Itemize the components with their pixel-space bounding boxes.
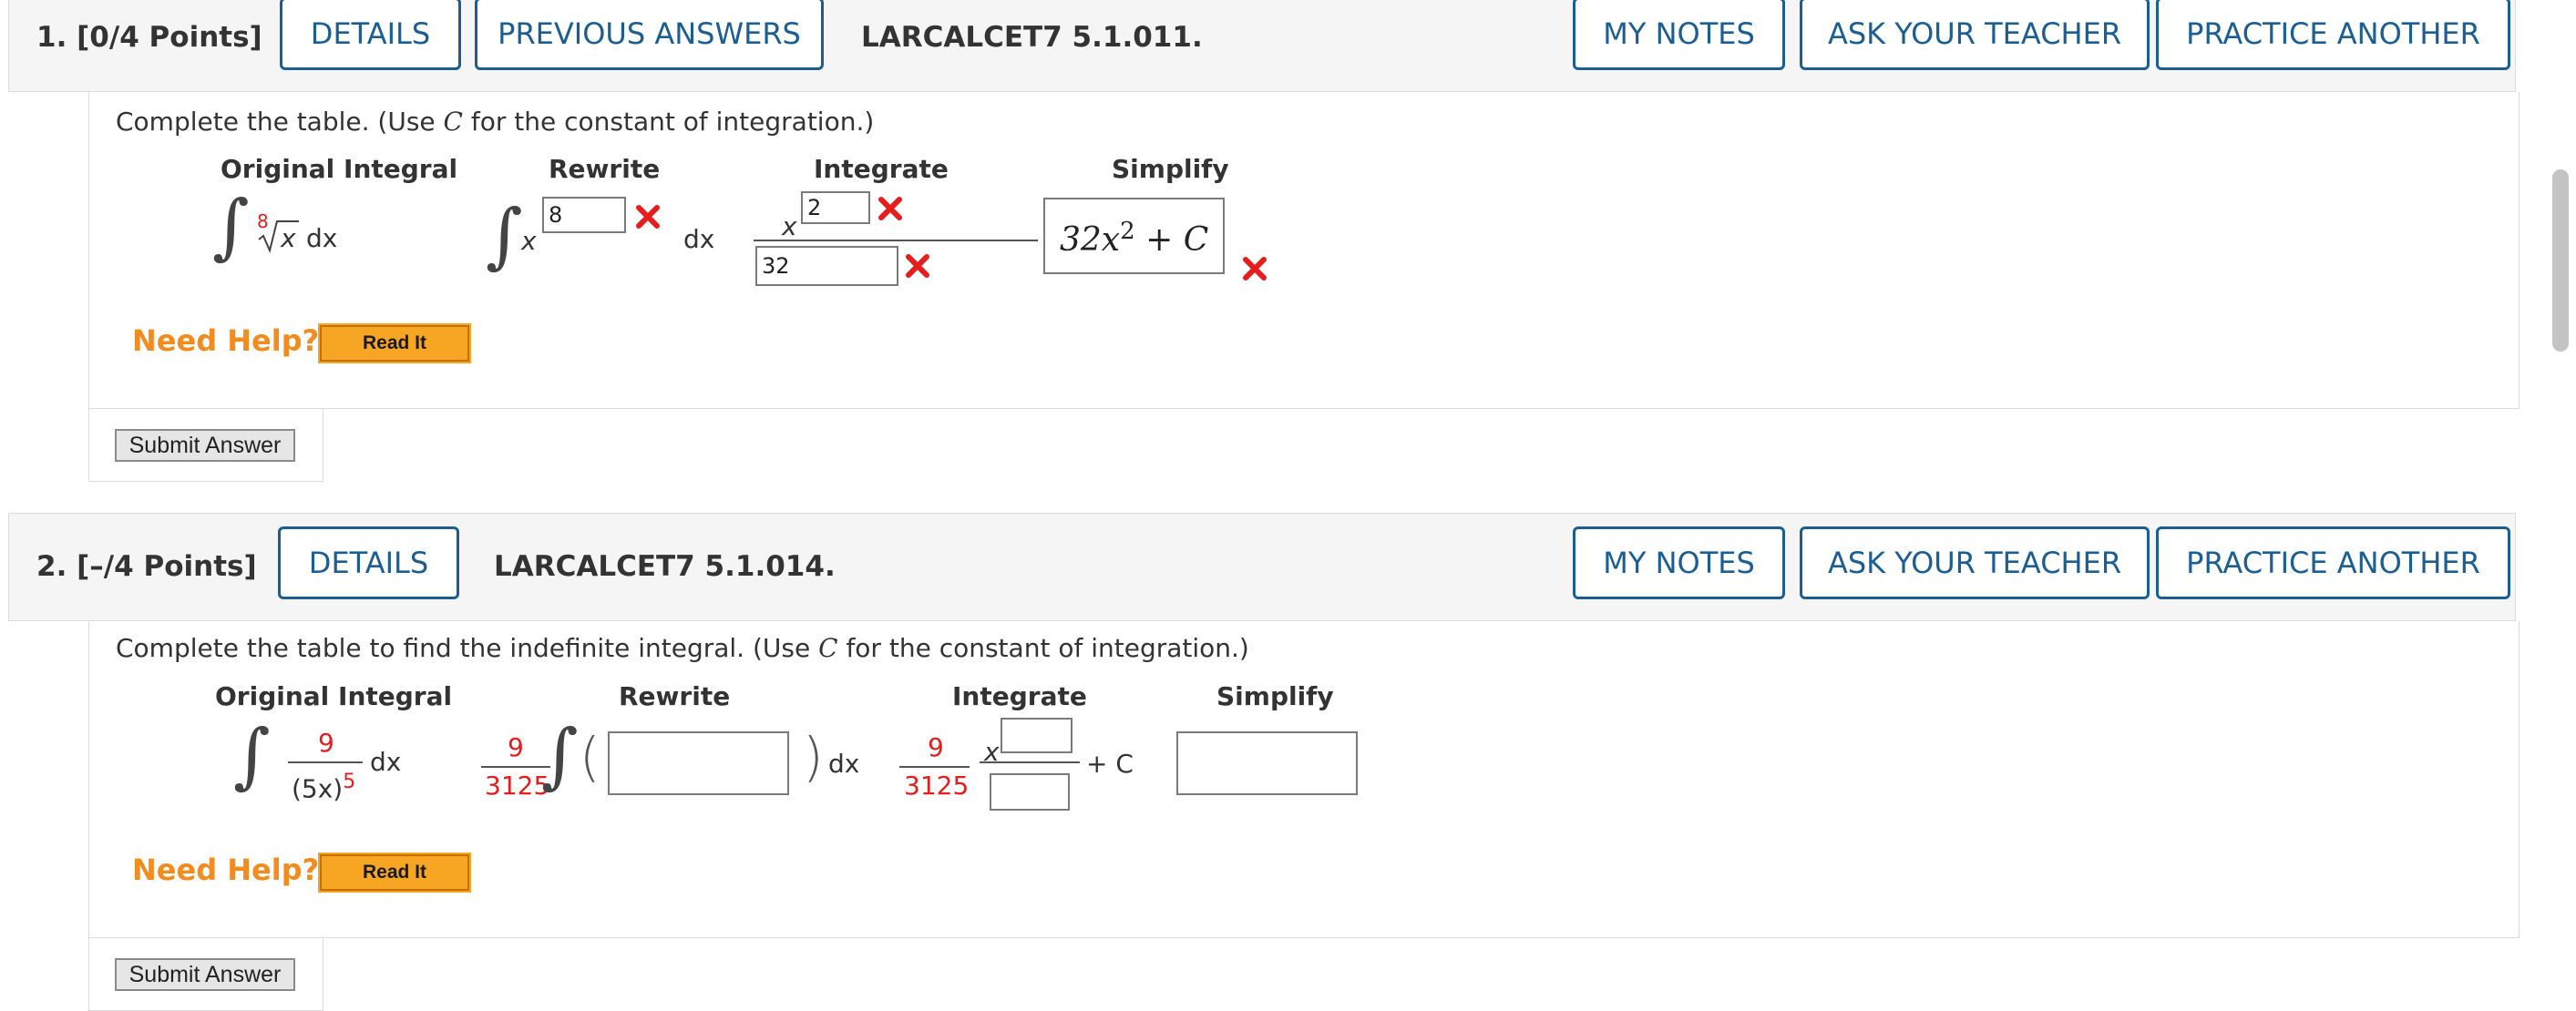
header-rewrite: Rewrite bbox=[549, 154, 661, 184]
rewrite-dx: dx bbox=[828, 749, 860, 779]
practice-another-button[interactable]: PRACTICE ANOTHER bbox=[2156, 0, 2510, 70]
integrate-denominator-input[interactable]: 32 bbox=[755, 246, 898, 286]
question-2-body: Complete the table to find the indefinit… bbox=[88, 621, 2520, 938]
header-simplify: Simplify bbox=[1112, 154, 1229, 184]
submit-answer-button[interactable]: Submit Answer bbox=[115, 958, 295, 991]
header-original-integral: Original Integral bbox=[215, 681, 453, 711]
integrate-fraction-bar bbox=[754, 240, 1038, 241]
simplify-answer-box[interactable]: 32x2 + C bbox=[1043, 198, 1225, 274]
rewrite-exponent-input[interactable]: 8 bbox=[542, 197, 626, 233]
question-2-title: 2. [–/4 Points] bbox=[36, 550, 257, 583]
details-button[interactable]: DETAILS bbox=[278, 526, 459, 599]
my-notes-button[interactable]: MY NOTES bbox=[1573, 0, 1785, 70]
incorrect-icon bbox=[906, 254, 929, 278]
question-1-instructions: Complete the table. (Use C for the const… bbox=[116, 107, 875, 137]
header-simplify: Simplify bbox=[1216, 681, 1334, 711]
integrate-plus-c: + C bbox=[1086, 749, 1134, 779]
orig-dx: dx bbox=[306, 223, 338, 253]
simplify-answer-coef: 32x bbox=[1060, 221, 1121, 259]
question-1-header: 1. [0/4 Points] DETAILS PREVIOUS ANSWERS… bbox=[8, 0, 2516, 92]
question-1-body: Complete the table. (Use C for the const… bbox=[88, 92, 2520, 409]
integrate-base: x bbox=[782, 211, 797, 241]
rewrite-coef-num: 9 bbox=[508, 732, 524, 762]
need-help-label: Need Help? bbox=[132, 853, 320, 887]
my-notes-button[interactable]: MY NOTES bbox=[1573, 526, 1785, 599]
read-it-button[interactable]: Read It bbox=[318, 853, 471, 893]
integrate-exponent-input[interactable] bbox=[1001, 718, 1072, 753]
integrate-fraction-bar bbox=[980, 761, 1080, 763]
ask-your-teacher-button[interactable]: ASK YOUR TEACHER bbox=[1800, 0, 2150, 70]
read-it-button[interactable]: Read It bbox=[318, 323, 471, 363]
orig-numerator: 9 bbox=[318, 728, 334, 758]
header-original-integral: Original Integral bbox=[221, 154, 458, 184]
question-2-instructions: Complete the table to find the indefinit… bbox=[116, 633, 1249, 663]
integrate-exponent-input[interactable]: 2 bbox=[801, 191, 870, 224]
close-paren: ) bbox=[803, 726, 824, 788]
previous-answers-button[interactable]: PREVIOUS ANSWERS bbox=[475, 0, 824, 70]
header-rewrite: Rewrite bbox=[619, 681, 731, 711]
orig-denominator: (5x)5 bbox=[292, 771, 356, 804]
rewrite-integral-sign: ∫ bbox=[486, 195, 523, 277]
incorrect-icon bbox=[1243, 257, 1267, 281]
question-2-submit-area: Submit Answer bbox=[88, 938, 323, 1011]
question-2-header: 2. [–/4 Points] DETAILS LARCALCET7 5.1.0… bbox=[8, 513, 2516, 621]
integrate-coef-bar bbox=[899, 766, 970, 768]
rewrite-dx: dx bbox=[683, 224, 715, 254]
header-integrate: Integrate bbox=[952, 681, 1087, 711]
question-1-submit-area: Submit Answer bbox=[88, 409, 323, 482]
orig-x: x bbox=[281, 223, 296, 253]
header-integrate: Integrate bbox=[814, 154, 949, 184]
orig-dx: dx bbox=[370, 747, 402, 777]
integrate-coef-den: 3125 bbox=[904, 771, 970, 801]
rewrite-input[interactable] bbox=[608, 731, 789, 795]
simplify-answer-tail: + C bbox=[1134, 221, 1209, 259]
rewrite-coef-den: 3125 bbox=[485, 771, 550, 801]
open-paren: ( bbox=[580, 726, 600, 788]
orig-den-exp: 5 bbox=[343, 771, 356, 793]
rewrite-coef-bar bbox=[481, 766, 550, 768]
ask-your-teacher-button[interactable]: ASK YOUR TEACHER bbox=[1800, 526, 2150, 599]
question-2-code: LARCALCET7 5.1.014. bbox=[494, 550, 836, 583]
simplify-answer-exp: 2 bbox=[1120, 218, 1135, 245]
incorrect-icon bbox=[636, 205, 660, 229]
question-1-code: LARCALCET7 5.1.011. bbox=[861, 21, 1203, 54]
rewrite-integral-sign: ∫ bbox=[541, 715, 579, 797]
incorrect-icon bbox=[878, 197, 902, 220]
integrate-denominator-input[interactable] bbox=[990, 773, 1070, 811]
simplify-input[interactable] bbox=[1176, 731, 1358, 795]
integral-sign: ∫ bbox=[233, 715, 271, 797]
practice-another-button[interactable]: PRACTICE ANOTHER bbox=[2156, 526, 2510, 599]
submit-answer-button[interactable]: Submit Answer bbox=[115, 429, 295, 462]
integral-sign: ∫ bbox=[212, 186, 250, 268]
details-button[interactable]: DETAILS bbox=[280, 0, 461, 70]
rewrite-base: x bbox=[521, 226, 537, 256]
integrate-coef-num: 9 bbox=[928, 732, 944, 762]
need-help-label: Need Help? bbox=[132, 323, 320, 358]
page-scrollbar[interactable] bbox=[2552, 169, 2569, 352]
orig-fraction-bar bbox=[288, 761, 363, 763]
question-1-title: 1. [0/4 Points] bbox=[36, 21, 262, 54]
